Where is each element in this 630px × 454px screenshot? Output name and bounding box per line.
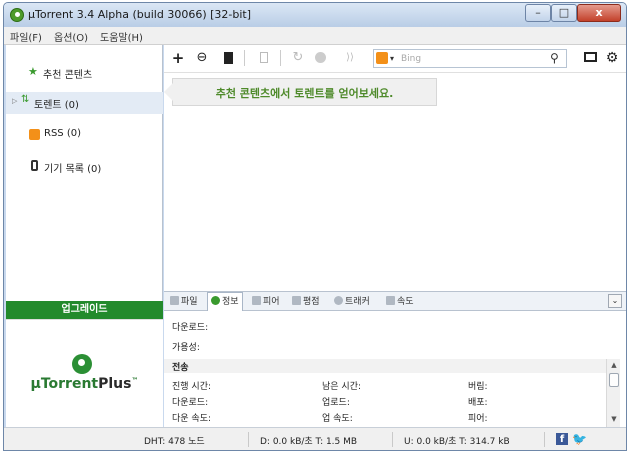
toolbar-separator <box>280 50 281 66</box>
wasted-label: 버림: <box>468 382 488 392</box>
info-icon <box>211 296 220 305</box>
add-url-button[interactable]: ⊖ <box>192 48 212 68</box>
remove-button[interactable] <box>254 48 274 68</box>
sidebar-item-label: RSS (0) <box>44 128 81 139</box>
detail-tab-bar: 파일 정보 피어 평점 트래커 속도 ⌄ <box>164 291 626 312</box>
tab-peers[interactable]: 피어 <box>252 293 280 311</box>
tab-info[interactable]: 정보 <box>207 292 243 312</box>
settings-button[interactable]: ⚙ <box>602 48 622 68</box>
up-speed-label: 업 속도: <box>322 414 353 424</box>
utorrent-plus-promo[interactable]: µTorrentPlus™ <box>6 319 163 427</box>
sidebar-item-devices[interactable]: 기기 목록 (0) <box>6 156 163 178</box>
menu-help[interactable]: 도움말(H) <box>100 29 143 44</box>
tab-files[interactable]: 파일 <box>170 293 198 311</box>
remote-chat-button[interactable] <box>580 48 600 68</box>
toolbar-separator <box>244 50 245 66</box>
more-tools-button[interactable]: ⟩⟩ <box>340 48 360 68</box>
remaining-label: 남은 시간: <box>322 382 362 392</box>
app-window: µTorrent 3.4 Alpha (build 30066) [32-bit… <box>3 2 627 451</box>
expand-arrow-icon[interactable]: ▷ <box>12 97 17 105</box>
search-icon[interactable]: ⚲ <box>550 50 559 67</box>
star-icon: ★ <box>28 65 38 78</box>
window-title: µTorrent 3.4 Alpha (build 30066) [32-bit… <box>28 8 252 21</box>
peers-label: 피어: <box>468 414 488 424</box>
create-torrent-button[interactable] <box>218 48 238 68</box>
menu-bar: 파일(F) 옵션(O) 도움말(H) <box>4 27 626 45</box>
rss-icon <box>29 129 40 140</box>
peers-icon <box>252 296 261 305</box>
detail-scrollbar[interactable]: ▲ ▼ <box>606 359 620 427</box>
menu-options[interactable]: 옵션(O) <box>54 29 88 44</box>
close-button[interactable]: x <box>577 4 621 22</box>
scrollbar-thumb[interactable] <box>609 373 619 387</box>
info-panel: 다운로드: 가용성: 전송 진행 시간: 남은 시간: 버림: 다운로드: 업로… <box>164 311 626 427</box>
downloaded-label: 다운로드: <box>172 398 209 408</box>
device-icon <box>31 160 38 171</box>
sidebar-item-featured[interactable]: ★ 추천 콘텐츠 <box>6 62 163 84</box>
tab-speed[interactable]: 속도 <box>386 293 414 311</box>
tracker-icon <box>334 296 343 305</box>
document-icon <box>223 52 233 64</box>
sidebar: ★ 추천 콘텐츠 ▷ ⇅ 토렌트 (0) RSS (0) 기기 목록 (0) 업… <box>6 45 163 427</box>
refresh-icon: ↻ <box>292 50 304 65</box>
utorrent-plus-logo-icon <box>72 354 92 374</box>
upgrade-button[interactable]: 업그레이드 <box>6 301 163 319</box>
download-label: 다운로드: <box>172 323 209 333</box>
add-torrent-button[interactable]: + <box>168 48 188 68</box>
collapse-detail-button[interactable]: ⌄ <box>608 294 622 308</box>
folder-icon <box>170 296 179 305</box>
stop-icon <box>314 52 326 63</box>
status-separator <box>248 432 249 447</box>
speed-graph-icon <box>386 296 395 305</box>
utorrent-plus-wordmark: µTorrentPlus™ <box>30 376 139 392</box>
facebook-icon[interactable]: f <box>556 433 568 445</box>
torrent-list-area[interactable]: 추천 콘텐츠에서 토렌트를 얻어보세요. <box>164 73 626 291</box>
toolbar: + ⊖ ↻ ⟩⟩ ▾ ⚲ ⚙ <box>164 45 626 73</box>
availability-label: 가용성: <box>172 343 200 353</box>
status-separator <box>544 432 545 447</box>
chevron-double-down-icon: ⌄ <box>611 296 619 305</box>
sidebar-item-rss[interactable]: RSS (0) <box>6 124 163 146</box>
banner-text: 추천 콘텐츠에서 토렌트를 얻어보세요. <box>215 87 394 100</box>
maximize-button[interactable]: □ <box>551 4 577 22</box>
tab-trackers[interactable]: 트래커 <box>334 293 370 311</box>
sidebar-item-label: 토렌트 (0) <box>34 100 79 111</box>
sidebar-item-label: 기기 목록 (0) <box>44 164 102 175</box>
utorrent-logo-icon <box>10 8 24 22</box>
elapsed-label: 진행 시간: <box>172 382 212 392</box>
torrent-arrows-icon: ⇅ <box>21 94 30 105</box>
menu-file[interactable]: 파일(F) <box>10 29 42 44</box>
title-bar[interactable]: µTorrent 3.4 Alpha (build 30066) [32-bit… <box>4 3 626 27</box>
chevron-double-right-icon: ⟩⟩ <box>346 52 354 63</box>
twitter-icon[interactable]: 🐦 <box>572 432 587 446</box>
bing-provider-icon[interactable] <box>376 52 388 64</box>
gear-icon: ⚙ <box>605 50 619 66</box>
featured-content-banner[interactable]: 추천 콘텐츠에서 토렌트를 얻어보세요. <box>164 78 437 106</box>
monitor-icon <box>583 52 597 62</box>
minimize-button[interactable]: – <box>525 4 551 22</box>
status-separator <box>392 432 393 447</box>
stop-button[interactable] <box>310 48 330 68</box>
tab-ratings[interactable]: 평점 <box>292 293 320 311</box>
chevron-down-icon[interactable]: ▾ <box>390 50 394 67</box>
down-speed-label: 다운 속도: <box>172 414 212 424</box>
dht-status[interactable]: DHT: 478 노드 <box>144 434 205 447</box>
ratings-icon <box>292 296 301 305</box>
trash-icon <box>260 52 268 63</box>
scroll-down-arrow-icon[interactable]: ▼ <box>607 413 621 425</box>
download-status[interactable]: D: 0.0 kB/초 T: 1.5 MB <box>260 434 357 447</box>
sidebar-item-label: 추천 콘텐츠 <box>43 70 93 81</box>
seeds-label: 배포: <box>468 398 488 408</box>
transfer-section-header: 전송 <box>164 359 606 373</box>
uploaded-label: 업로드: <box>322 398 350 408</box>
status-bar: DHT: 478 노드 D: 0.0 kB/초 T: 1.5 MB U: 0.0… <box>4 427 626 450</box>
scroll-up-arrow-icon[interactable]: ▲ <box>607 359 621 371</box>
upload-status[interactable]: U: 0.0 kB/초 T: 314.7 kB <box>404 434 510 447</box>
search-box[interactable]: ▾ ⚲ <box>373 49 567 68</box>
search-input[interactable] <box>401 51 541 66</box>
sidebar-item-torrents[interactable]: ▷ ⇅ 토렌트 (0) <box>6 92 163 114</box>
start-button[interactable]: ↻ <box>288 48 308 68</box>
